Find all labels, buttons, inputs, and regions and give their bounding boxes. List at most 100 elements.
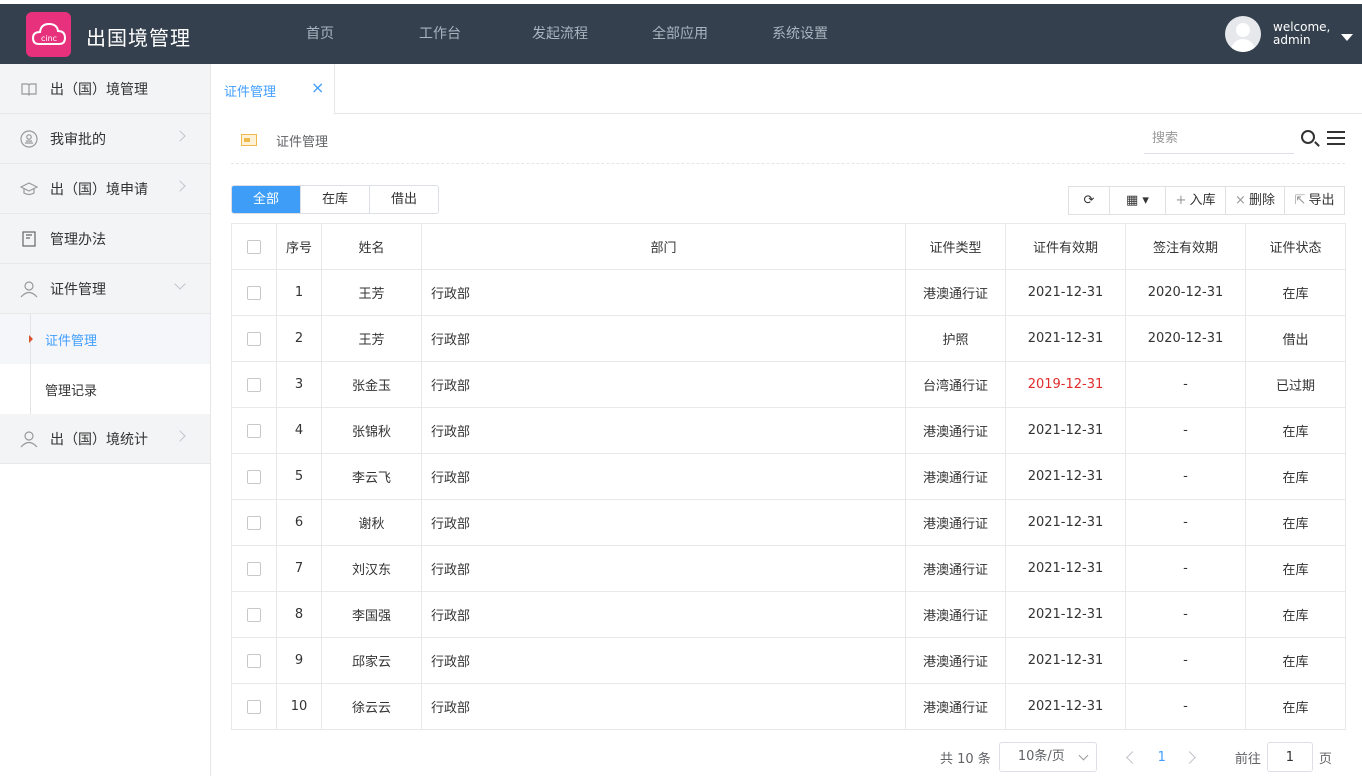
cell-department: 行政部 bbox=[421, 407, 906, 454]
chevron-down-icon bbox=[174, 278, 186, 290]
table-row[interactable]: 4 张锦秋 行政部 港澳通行证 2021-12-31 - 在库 bbox=[231, 407, 1346, 454]
cell-doc-expiry: 2021-12-31 bbox=[1005, 683, 1126, 730]
cell-doc-expiry: 2021-12-31 bbox=[1005, 315, 1126, 362]
user-text: welcome, admin bbox=[1273, 21, 1330, 47]
sidebar-item-label: 我审批的 bbox=[50, 131, 106, 148]
delete-button[interactable]: × 删除 bbox=[1226, 187, 1285, 214]
sidebar-item-my-approvals[interactable]: 我审批的 bbox=[0, 114, 210, 164]
cell-doc-type: 港澳通行证 bbox=[905, 683, 1006, 730]
sidebar-item-label: 管理办法 bbox=[50, 231, 106, 248]
cell-doc-type: 港澳通行证 bbox=[905, 453, 1006, 500]
cell-name: 王芳 bbox=[321, 269, 422, 316]
refresh-icon: ⟳ bbox=[1083, 193, 1095, 208]
sidebar-item-document-management[interactable]: 证件管理 bbox=[0, 264, 210, 314]
close-icon[interactable]: × bbox=[311, 78, 324, 97]
cell-status: 在库 bbox=[1245, 407, 1346, 454]
table-toolbar: ⟳ ▦ ▾ + 入库 × 删除 ⇱ 导出 bbox=[1068, 186, 1345, 215]
top-nav: 首页 工作台 发起流程 全部应用 系统设置 bbox=[260, 4, 860, 64]
search-input[interactable] bbox=[1144, 124, 1294, 154]
nav-system-settings[interactable]: 系统设置 bbox=[740, 4, 860, 64]
table-row[interactable]: 6 谢秋 行政部 港澳通行证 2021-12-31 - 在库 bbox=[231, 499, 1346, 546]
cell-visa-expiry: - bbox=[1125, 499, 1246, 546]
cell-name: 刘汉东 bbox=[321, 545, 422, 592]
cell-department: 行政部 bbox=[421, 361, 906, 408]
sidebar-item-management-rules[interactable]: 管理办法 bbox=[0, 214, 210, 264]
chevron-left-icon[interactable] bbox=[1119, 743, 1145, 771]
table-row[interactable]: 7 刘汉东 行政部 港澳通行证 2021-12-31 - 在库 bbox=[231, 545, 1346, 592]
chevron-down-icon[interactable] bbox=[1341, 34, 1353, 41]
cell-name: 邱家云 bbox=[321, 637, 422, 684]
cell-doc-expiry: 2021-12-31 bbox=[1005, 637, 1126, 684]
table-row[interactable]: 8 李国强 行政部 港澳通行证 2021-12-31 - 在库 bbox=[231, 591, 1346, 638]
column-header: 部门 bbox=[421, 223, 906, 270]
page-size-select[interactable]: 10条/页 bbox=[998, 742, 1097, 772]
cell-index: 9 bbox=[276, 637, 322, 684]
cell-name: 李云飞 bbox=[321, 453, 422, 500]
folder-icon bbox=[241, 134, 257, 146]
row-checkbox[interactable] bbox=[247, 469, 261, 484]
table-row[interactable]: 2 王芳 行政部 护照 2021-12-31 2020-12-31 借出 bbox=[231, 315, 1346, 362]
active-indicator-icon bbox=[29, 335, 33, 343]
cell-name: 王芳 bbox=[321, 315, 422, 362]
table-row[interactable]: 5 李云飞 行政部 港澳通行证 2021-12-31 - 在库 bbox=[231, 453, 1346, 500]
tab-bar: 证件管理 × bbox=[211, 64, 1362, 114]
user-menu[interactable]: welcome, admin bbox=[1225, 16, 1330, 52]
filter-all-button[interactable]: 全部 bbox=[232, 186, 301, 213]
nav-workbench[interactable]: 工作台 bbox=[380, 4, 500, 64]
search-icon[interactable] bbox=[1301, 130, 1315, 144]
sidebar-subitem-management-records[interactable]: 管理记录 bbox=[0, 364, 210, 414]
table-row[interactable]: 10 徐云云 行政部 港澳通行证 2021-12-31 - 在库 bbox=[231, 683, 1346, 730]
sidebar-item-border-management[interactable]: 出（国）境管理 bbox=[0, 64, 210, 114]
sidebar-subitem-label: 证件管理 bbox=[45, 334, 98, 349]
columns-button[interactable]: ▦ ▾ bbox=[1110, 187, 1166, 214]
chevron-right-icon[interactable] bbox=[1179, 743, 1205, 771]
select-all-checkbox[interactable] bbox=[247, 239, 261, 254]
row-checkbox[interactable] bbox=[247, 515, 261, 530]
breadcrumb: 证件管理 bbox=[276, 135, 329, 150]
tab-document-management[interactable]: 证件管理 × bbox=[211, 64, 335, 114]
chevron-right-icon bbox=[174, 180, 186, 192]
row-checkbox[interactable] bbox=[247, 561, 261, 576]
row-checkbox[interactable] bbox=[247, 423, 261, 438]
cell-index: 4 bbox=[276, 407, 322, 454]
avatar[interactable] bbox=[1225, 16, 1261, 52]
nav-home[interactable]: 首页 bbox=[260, 4, 380, 64]
cell-department: 行政部 bbox=[421, 637, 906, 684]
table-row[interactable]: 1 王芳 行政部 港澳通行证 2021-12-31 2020-12-31 在库 bbox=[231, 269, 1346, 316]
row-checkbox[interactable] bbox=[247, 699, 261, 714]
page-number[interactable]: 1 bbox=[1145, 750, 1179, 765]
column-header: 姓名 bbox=[321, 223, 422, 270]
nav-all-apps[interactable]: 全部应用 bbox=[620, 4, 740, 64]
column-header: 序号 bbox=[276, 223, 322, 270]
cell-status: 在库 bbox=[1245, 637, 1346, 684]
cell-visa-expiry: - bbox=[1125, 591, 1246, 638]
cell-index: 8 bbox=[276, 591, 322, 638]
sidebar-item-border-statistics[interactable]: 出（国）境统计 bbox=[0, 414, 210, 464]
row-checkbox[interactable] bbox=[247, 653, 261, 668]
filter-borrowed-button[interactable]: 借出 bbox=[370, 186, 438, 213]
refresh-button[interactable]: ⟳ bbox=[1069, 187, 1110, 214]
cell-visa-expiry: 2020-12-31 bbox=[1125, 269, 1246, 316]
cell-department: 行政部 bbox=[421, 591, 906, 638]
row-checkbox[interactable] bbox=[247, 607, 261, 622]
sidebar-subitem-document-management[interactable]: 证件管理 bbox=[0, 314, 210, 364]
row-checkbox[interactable] bbox=[247, 285, 261, 300]
export-icon: ⇱ bbox=[1294, 193, 1306, 208]
sidebar-item-border-application[interactable]: 出（国）境申请 bbox=[0, 164, 210, 214]
cell-status: 在库 bbox=[1245, 683, 1346, 730]
cell-status: 在库 bbox=[1245, 453, 1346, 500]
table-row[interactable]: 3 张金玉 行政部 台湾通行证 2019-12-31 - 已过期 bbox=[231, 361, 1346, 408]
list-view-icon[interactable] bbox=[1327, 131, 1345, 145]
cell-status: 在库 bbox=[1245, 545, 1346, 592]
row-checkbox[interactable] bbox=[247, 331, 261, 346]
table-row[interactable]: 9 邱家云 行政部 港澳通行证 2021-12-31 - 在库 bbox=[231, 637, 1346, 684]
graduation-cap-icon bbox=[20, 182, 38, 196]
nav-start-process[interactable]: 发起流程 bbox=[500, 4, 620, 64]
sidebar-item-label: 证件管理 bbox=[50, 281, 106, 298]
row-checkbox[interactable] bbox=[247, 377, 261, 392]
filter-in-stock-button[interactable]: 在库 bbox=[301, 186, 370, 213]
add-button[interactable]: + 入库 bbox=[1166, 187, 1226, 214]
app-title: 出国境管理 bbox=[86, 26, 191, 50]
export-button[interactable]: ⇱ 导出 bbox=[1285, 187, 1344, 214]
goto-page-input[interactable] bbox=[1266, 742, 1313, 772]
